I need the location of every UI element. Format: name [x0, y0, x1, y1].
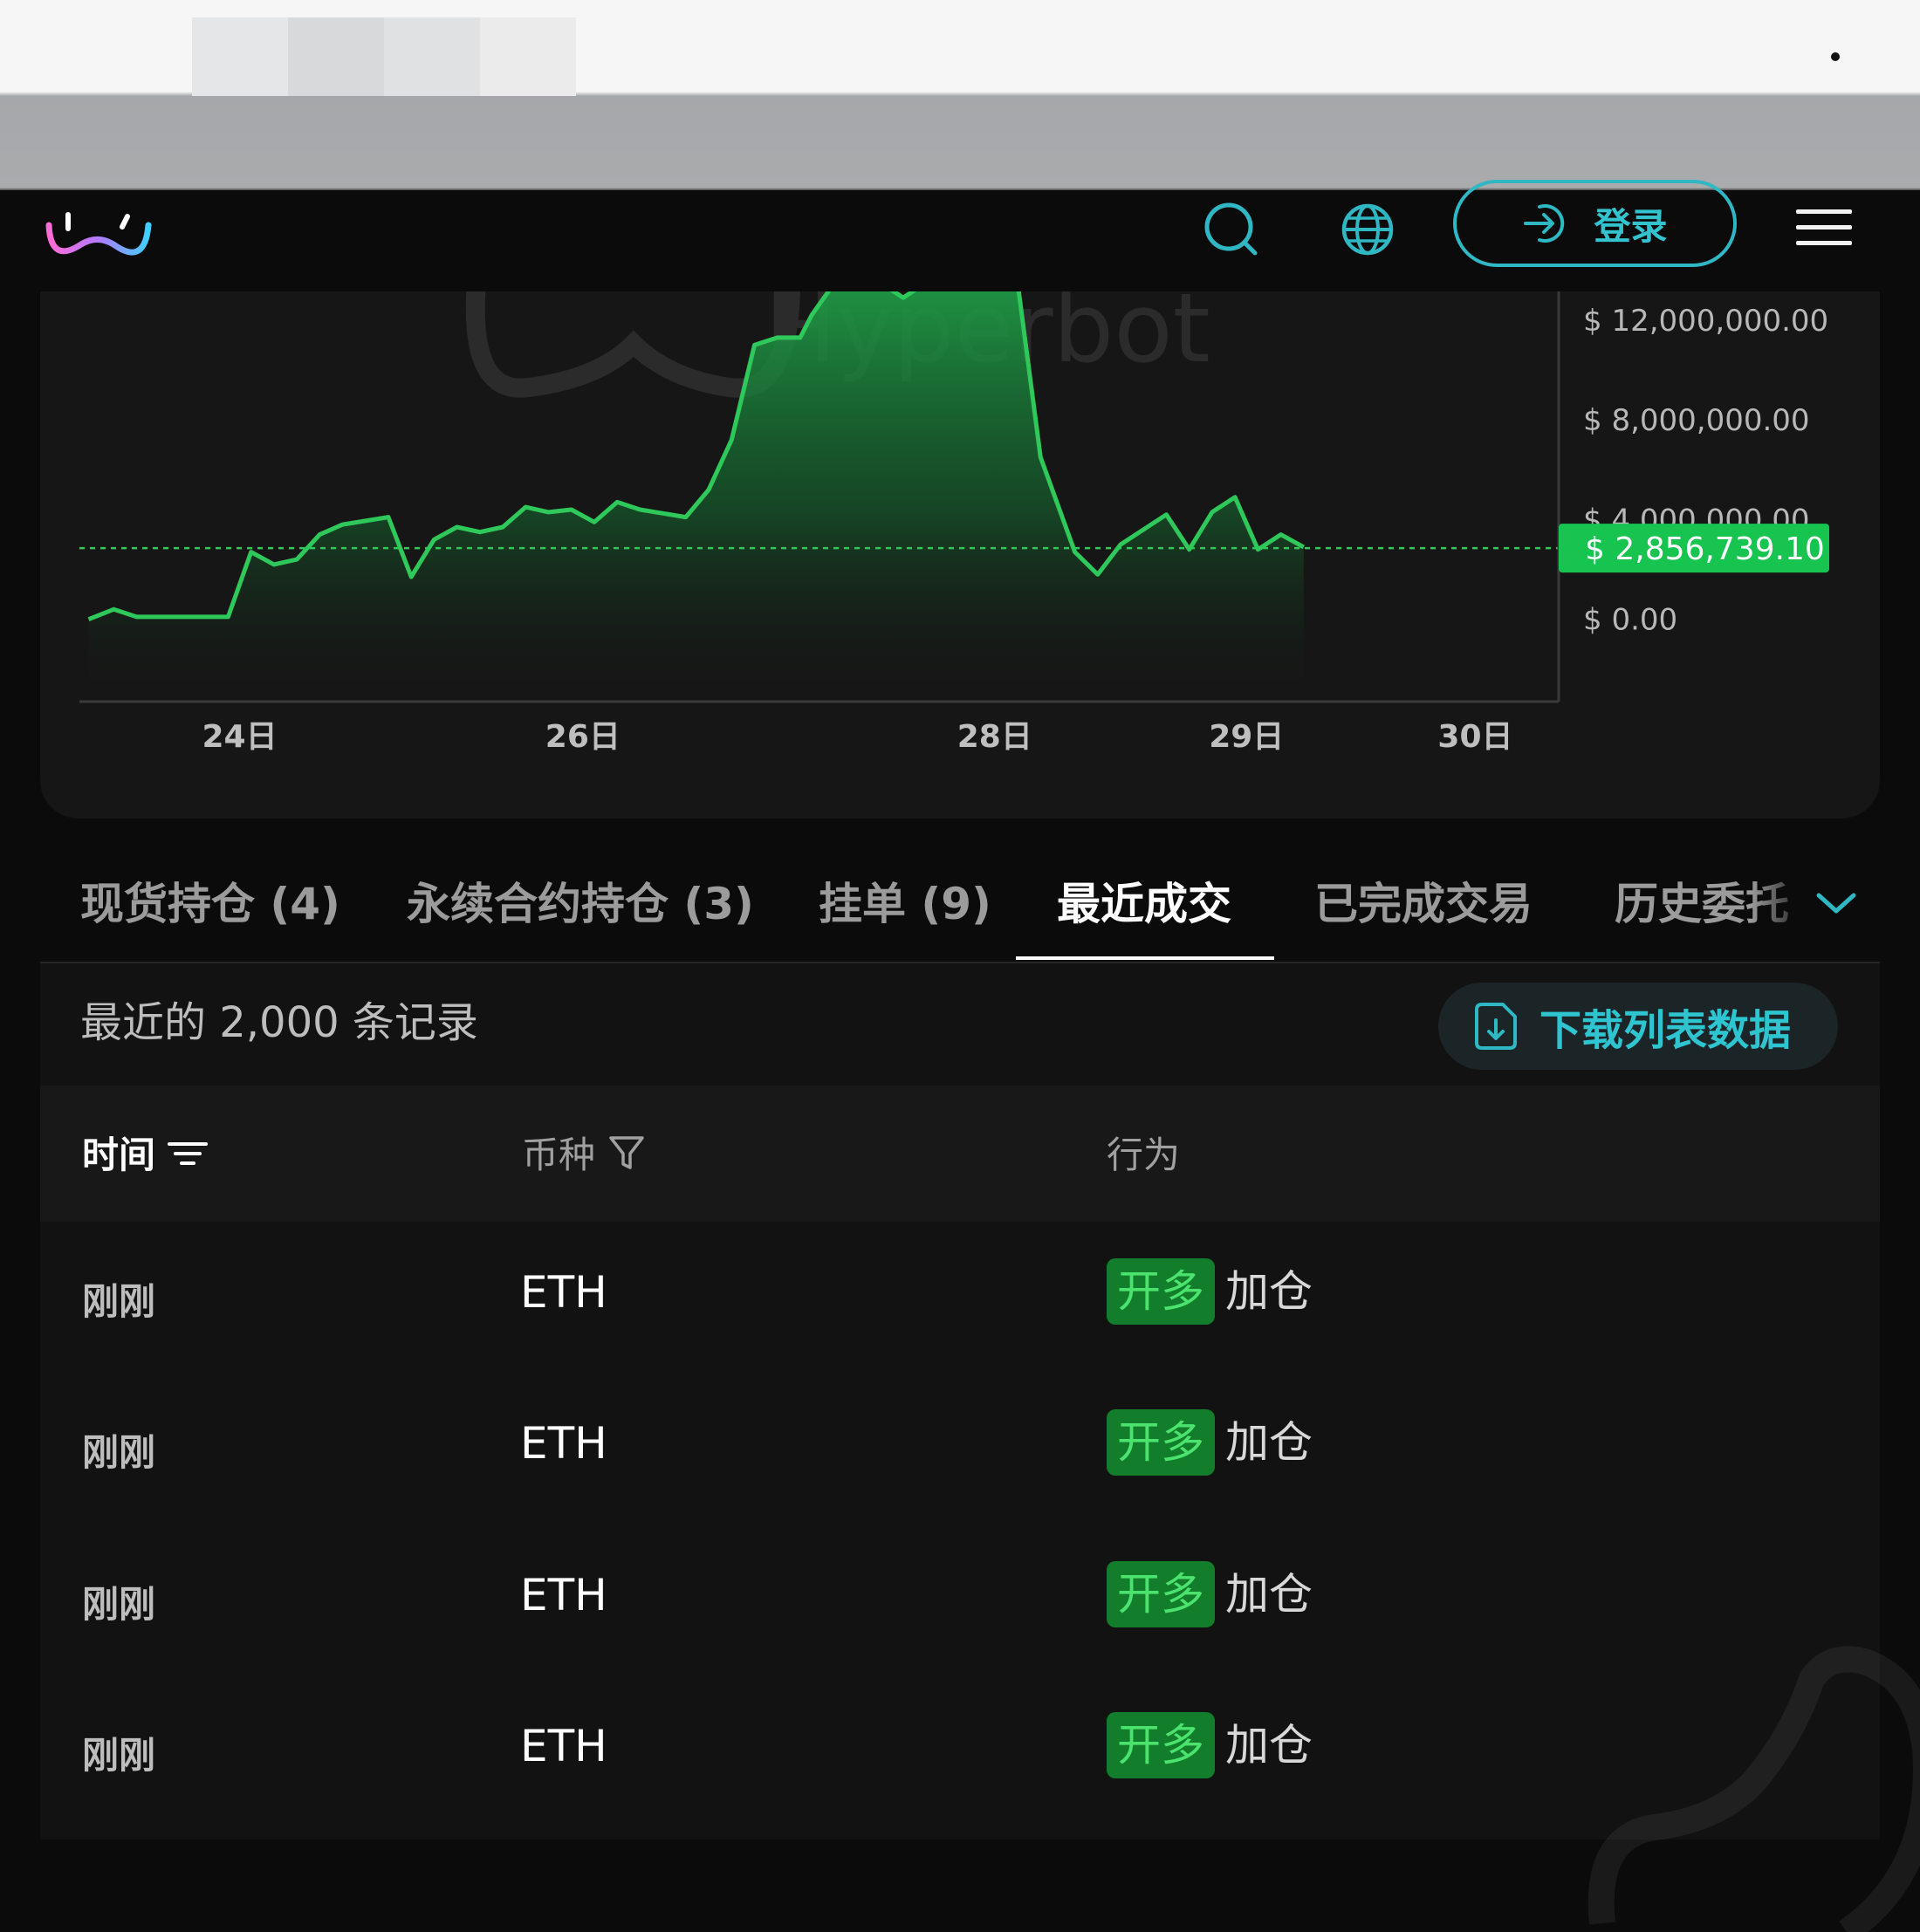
trade-coin: ETH — [520, 1570, 607, 1620]
login-arrow-icon — [1524, 204, 1565, 243]
top-navbar: 登录 — [0, 180, 1920, 291]
trade-time: 刚刚 — [82, 1734, 156, 1777]
y-tick-label: $ 8,000,000.00 — [1583, 403, 1810, 438]
logo-icon[interactable] — [42, 190, 155, 269]
trade-coin: ETH — [520, 1418, 607, 1469]
tab-perp-positions[interactable]: 永续合约持仓 (3) — [407, 869, 754, 932]
search-icon[interactable] — [1201, 199, 1262, 260]
filter-icon[interactable] — [607, 1133, 646, 1173]
open-long-badge: 开多 — [1107, 1561, 1215, 1627]
trade-coin: ETH — [520, 1721, 607, 1771]
x-tick-label: 30日 — [1437, 719, 1512, 755]
login-label: 登录 — [1594, 204, 1668, 248]
x-tick-label: 26日 — [545, 719, 621, 755]
position-tabs: 现货持仓 (4) 永续合约持仓 (3) 挂单 (9) 最近成交 已完成交易 历史… — [40, 843, 1880, 963]
menu-icon[interactable] — [1796, 206, 1855, 250]
table-row[interactable]: 刚刚 ETH 开多 加仓 — [40, 1373, 1880, 1524]
watermark-logo — [1587, 1646, 1920, 1932]
login-button[interactable]: 登录 — [1453, 180, 1737, 267]
status-dot — [1831, 52, 1840, 61]
trade-action: 加仓 — [1225, 1569, 1313, 1620]
open-long-badge: 开多 — [1107, 1409, 1215, 1476]
tab-completed-trades[interactable]: 已完成交易 — [1314, 869, 1533, 932]
current-value-label: $ 2,856,739.10 — [1585, 531, 1825, 567]
column-time-label: 时间 — [82, 1134, 156, 1176]
records-count: 最近的 2,000 条记录 — [80, 998, 478, 1047]
trades-panel: 最近的 2,000 条记录 下载列表数据 时间 币种 行为 刚刚 ETH 开多 … — [40, 963, 1920, 1932]
position-value-chart: Hyperbot $ 12,000,000.00$ 8,000,000.00$ … — [40, 291, 1880, 819]
trade-action: 加仓 — [1225, 1266, 1313, 1317]
download-list-button[interactable]: 下载列表数据 — [1438, 983, 1838, 1070]
tab-open-orders[interactable]: 挂单 (9) — [819, 869, 991, 932]
sort-icon[interactable] — [168, 1137, 209, 1168]
download-file-icon — [1475, 1003, 1517, 1050]
x-tick-label: 24日 — [202, 719, 277, 755]
open-long-badge: 开多 — [1107, 1258, 1215, 1325]
y-tick-label: $ 12,000,000.00 — [1583, 304, 1828, 339]
blur-block — [480, 17, 576, 96]
open-long-badge: 开多 — [1107, 1712, 1215, 1778]
active-tab-indicator — [1016, 956, 1274, 960]
column-action: 行为 — [1107, 1126, 1180, 1179]
x-tick-label: 28日 — [957, 719, 1032, 755]
blur-block — [192, 17, 288, 96]
area-chart: Hyperbot $ 12,000,000.00$ 8,000,000.00$ … — [79, 291, 1829, 755]
column-time[interactable]: 时间 — [82, 1126, 209, 1179]
browser-top-strip — [0, 0, 1920, 192]
globe-icon[interactable] — [1337, 199, 1398, 260]
trade-action: 加仓 — [1225, 1417, 1313, 1468]
trade-time: 刚刚 — [82, 1280, 156, 1323]
download-label: 下载列表数据 — [1539, 1006, 1792, 1055]
trade-time: 刚刚 — [82, 1583, 156, 1626]
blur-block — [384, 17, 480, 96]
column-coin-label: 币种 — [522, 1134, 596, 1176]
tab-spot-positions[interactable]: 现货持仓 (4) — [80, 869, 340, 932]
trade-coin: ETH — [520, 1267, 607, 1318]
column-coin[interactable]: 币种 — [522, 1126, 646, 1179]
table-row[interactable]: 刚刚 ETH 开多 加仓 — [40, 1222, 1880, 1373]
tab-recent-trades[interactable]: 最近成交 — [1057, 869, 1231, 932]
chevron-down-icon[interactable] — [1810, 881, 1862, 925]
x-tick-label: 29日 — [1209, 719, 1284, 755]
y-tick-label: $ 0.00 — [1583, 603, 1677, 638]
table-header: 时间 币种 行为 — [40, 1086, 1880, 1222]
trade-time: 刚刚 — [82, 1431, 156, 1474]
blur-block — [288, 17, 384, 96]
column-action-label: 行为 — [1107, 1134, 1181, 1176]
trade-action: 加仓 — [1225, 1720, 1313, 1771]
